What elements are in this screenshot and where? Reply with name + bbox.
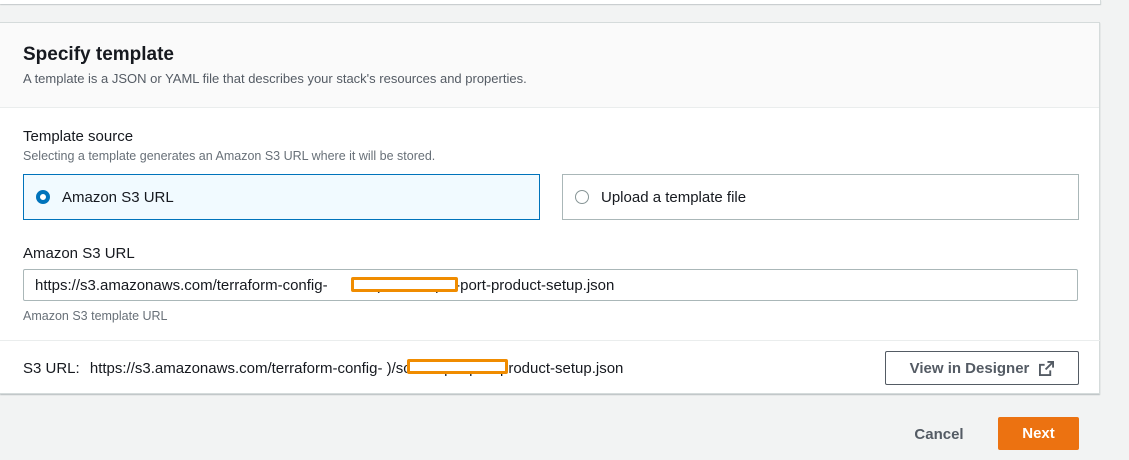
template-source-label: Template source — [23, 128, 134, 145]
next-button[interactable]: Next — [998, 417, 1079, 450]
radio-unchecked-icon[interactable] — [575, 190, 589, 204]
view-in-designer-label: View in Designer — [909, 359, 1030, 377]
panel-title: Specify template — [23, 44, 174, 65]
redaction-mark — [351, 277, 458, 292]
s3-url-summary-value: https://s3.amazonaws.com/terraform-confi… — [89, 360, 624, 377]
option-amazon-s3-url[interactable]: Amazon S3 URL — [23, 174, 540, 220]
divider — [0, 340, 1100, 341]
panel-description: A template is a JSON or YAML file that d… — [23, 71, 527, 86]
cancel-button[interactable]: Cancel — [893, 420, 985, 448]
s3-url-hint: Amazon S3 template URL — [23, 309, 168, 323]
radio-checked-icon[interactable] — [36, 190, 50, 204]
s3-url-input[interactable] — [23, 269, 1078, 301]
previous-panel-edge — [0, 0, 1101, 4]
external-link-icon — [1039, 360, 1055, 376]
redaction-mark — [407, 359, 508, 374]
option-label: Upload a template file — [601, 188, 747, 206]
view-in-designer-button[interactable]: View in Designer — [885, 351, 1079, 385]
panel-header: Specify template A template is a JSON or… — [0, 23, 1099, 108]
s3-url-summary-key: S3 URL: — [23, 360, 80, 377]
s3-url-summary: S3 URL: https://s3.amazonaws.com/terrafo… — [23, 360, 623, 377]
s3-url-field-label: Amazon S3 URL — [23, 245, 135, 262]
option-upload-template-file[interactable]: Upload a template file — [562, 174, 1079, 220]
option-label: Amazon S3 URL — [62, 188, 174, 206]
template-source-description: Selecting a template generates an Amazon… — [23, 149, 436, 163]
